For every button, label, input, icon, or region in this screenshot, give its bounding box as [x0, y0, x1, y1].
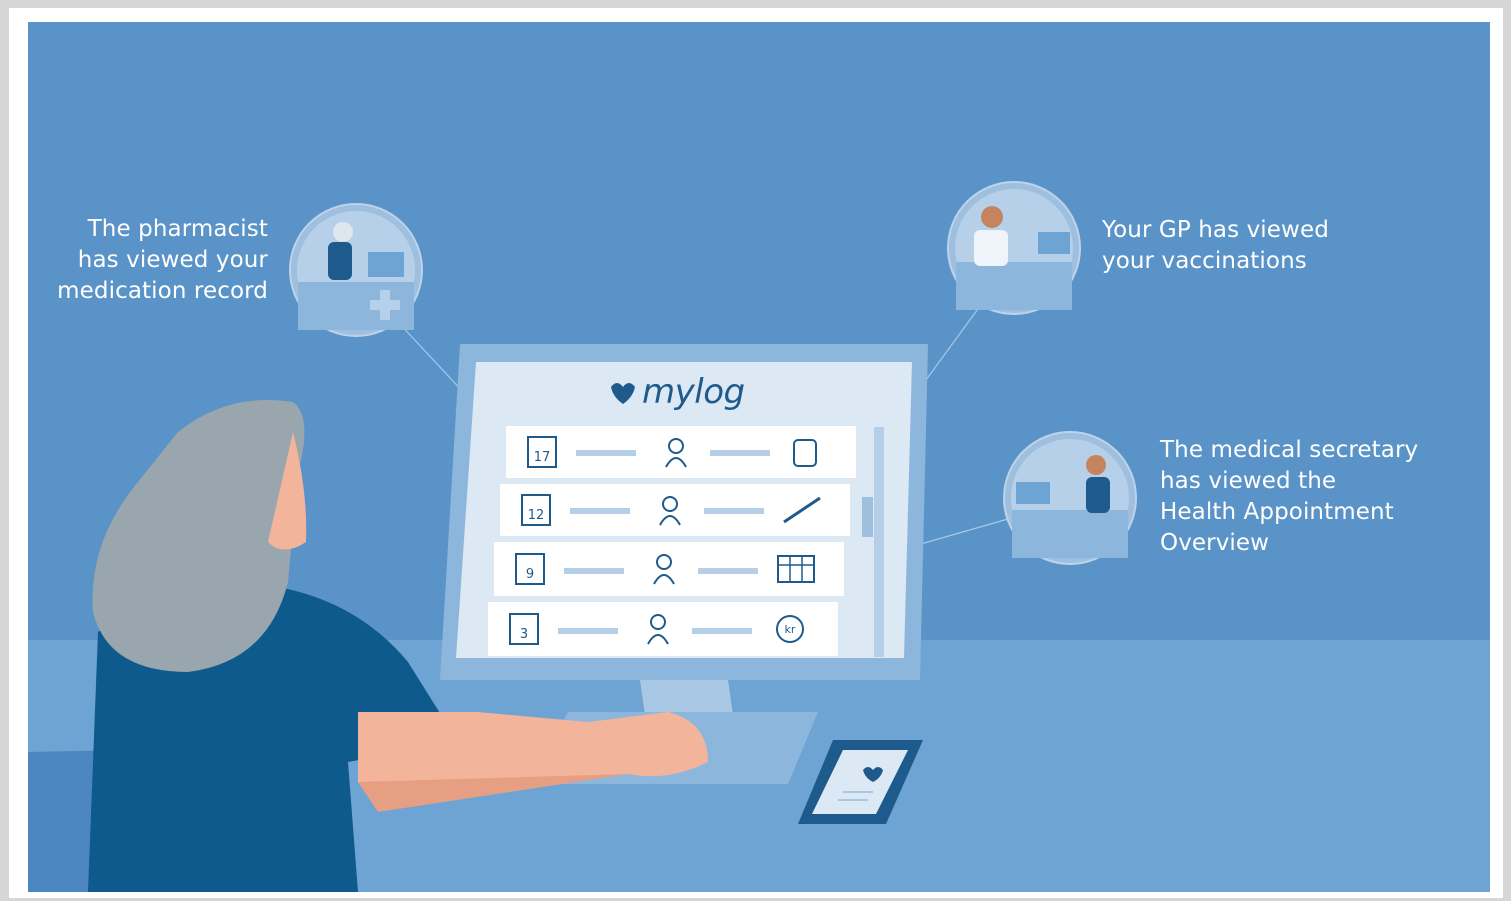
secretary-bubble — [1003, 431, 1137, 565]
currency-label: kr — [785, 623, 796, 636]
calendar-date: 12 — [528, 508, 545, 523]
list-item — [500, 484, 850, 536]
caption-secretary: The medical secretary has viewed the Hea… — [1160, 437, 1419, 556]
calendar-date: 17 — [534, 450, 551, 465]
calendar-date: 9 — [526, 567, 534, 582]
caption-pharmacist: The pharmacist has viewed your medicatio… — [57, 216, 268, 304]
gp-bubble — [947, 181, 1081, 315]
list-item — [506, 426, 856, 478]
list-item — [494, 542, 844, 596]
calendar-date: 3 — [520, 627, 528, 642]
brand-name: mylog — [642, 372, 745, 412]
caption-gp: Your GP has viewed your vaccinations — [1102, 217, 1329, 274]
pharmacist-bubble — [289, 203, 423, 337]
